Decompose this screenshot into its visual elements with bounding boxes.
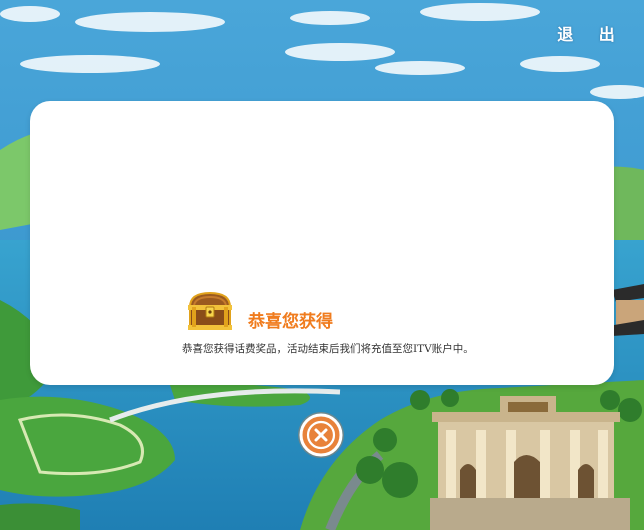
reward-dialog: 恭喜您获得 恭喜您获得话费奖品，活动结束后我们将充值至您ITV账户中。 xyxy=(30,101,614,385)
reward-title: 恭喜您获得 xyxy=(248,312,333,332)
close-button[interactable] xyxy=(297,411,345,459)
exit-label: 退 出 xyxy=(557,25,625,44)
treasure-chest-icon xyxy=(188,291,232,330)
game-scene: 退 出 恭喜您获得 恭喜您获得话费奖品，活动结束后我们将充值至您ITV账户中。 xyxy=(0,0,644,530)
exit-button[interactable]: 退 出 xyxy=(557,22,616,44)
close-circle-icon xyxy=(298,412,344,458)
reward-message: 恭喜您获得话费奖品，活动结束后我们将充值至您ITV账户中。 xyxy=(182,343,474,355)
